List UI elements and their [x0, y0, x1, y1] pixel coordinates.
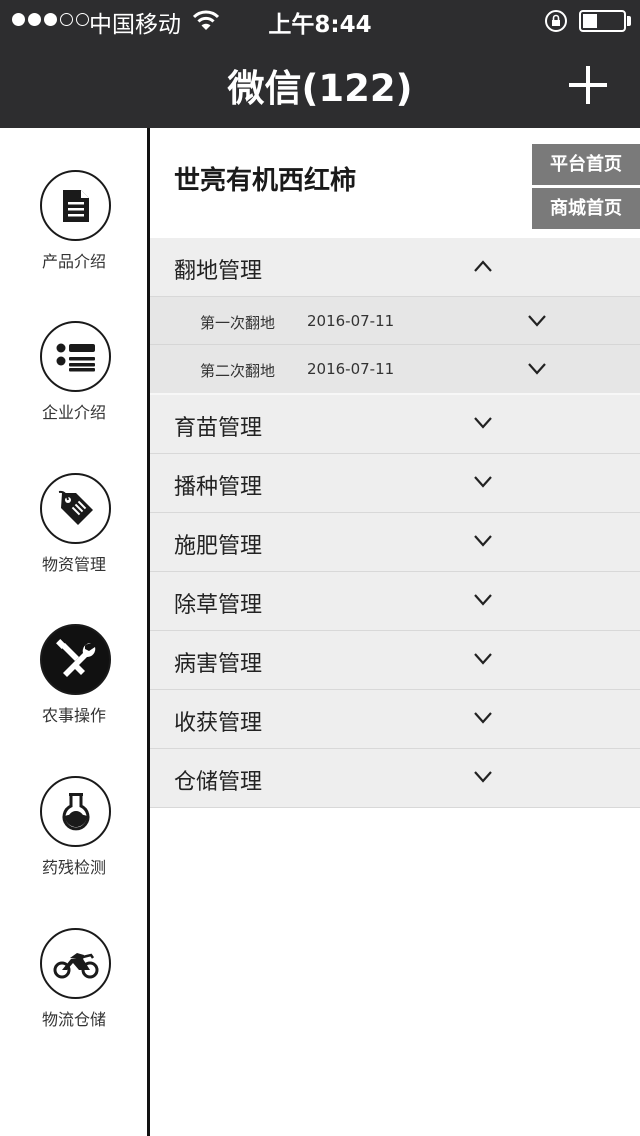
accordion-header[interactable]: 除草管理 [150, 572, 640, 631]
accordion-header[interactable]: 翻地管理 [150, 238, 640, 297]
sidebar-item-logistics[interactable]: 物流仓储 [0, 928, 148, 1068]
sidebar-item-label: 企业介绍 [41, 403, 106, 422]
mall-home-button[interactable]: 商城首页 [532, 188, 640, 229]
sidebar-item-label: 农事操作 [41, 706, 106, 725]
accordion-section-sowing: 播种管理 [150, 454, 640, 513]
main-content: 世亮有机西红柿 平台首页 商城首页 翻地管理 第一次翻地 2016-07-11 … [150, 128, 640, 1136]
accordion-header[interactable]: 育苗管理 [150, 395, 640, 454]
accordion-section-harvest: 收获管理 [150, 690, 640, 749]
nav-bar: 微信(122) [0, 40, 640, 128]
sidebar-item-label: 物流仓储 [41, 1010, 106, 1029]
accordion-section-weeding: 除草管理 [150, 572, 640, 631]
entry-label: 第一次翻地 [200, 314, 276, 332]
accordion-header[interactable]: 病害管理 [150, 631, 640, 690]
chevron-down-icon [474, 712, 492, 724]
accordion-label: 育苗管理 [174, 416, 263, 441]
accordion-label: 除草管理 [174, 593, 263, 618]
chevron-down-icon [474, 771, 492, 783]
accordion-section-tillage: 翻地管理 第一次翻地 2016-07-11 第二次翻地 2016-07-11 [150, 238, 640, 397]
chevron-down-icon [528, 315, 546, 327]
chevron-down-icon [474, 535, 492, 547]
accordion-label: 仓储管理 [174, 770, 263, 795]
plus-icon[interactable] [568, 65, 608, 105]
accordion-section-fertilizing: 施肥管理 [150, 513, 640, 572]
chevron-down-icon [474, 476, 492, 488]
sidebar-item-materials[interactable]: 物资管理 [0, 473, 148, 613]
platform-home-button[interactable]: 平台首页 [532, 144, 640, 185]
sidebar-item-label: 物资管理 [41, 555, 106, 574]
tools-icon [40, 624, 111, 695]
product-title: 世亮有机西红柿 [174, 166, 357, 196]
list-item[interactable]: 第一次翻地 2016-07-11 [150, 297, 640, 345]
sidebar-item-residue-test[interactable]: 药残检测 [0, 776, 148, 916]
sidebar-item-farm-operations[interactable]: 农事操作 [0, 624, 148, 764]
sidebar-item-label: 产品介绍 [41, 252, 106, 271]
status-bar: 中国移动 上午8:44 [0, 0, 640, 40]
sidebar-item-product-intro[interactable]: 产品介绍 [0, 170, 148, 310]
nav-title: 微信(122) [227, 67, 413, 110]
accordion-header[interactable]: 收获管理 [150, 690, 640, 749]
chevron-down-icon [528, 363, 546, 375]
entry-label: 第二次翻地 [200, 362, 276, 380]
chevron-down-icon [474, 594, 492, 606]
sidebar: 产品介绍 企业介绍 物资管理 农事操作 药残检测 物流仓储 [0, 128, 148, 1136]
accordion-label: 病害管理 [174, 652, 263, 677]
accordion-section-disease: 病害管理 [150, 631, 640, 690]
tag-icon [40, 473, 111, 544]
document-icon [40, 170, 111, 241]
accordion-header[interactable]: 播种管理 [150, 454, 640, 513]
list-item[interactable]: 第二次翻地 2016-07-11 [150, 345, 640, 393]
chevron-down-icon [474, 417, 492, 429]
accordion-sublist: 第一次翻地 2016-07-11 第二次翻地 2016-07-11 [150, 297, 640, 397]
accordion-label: 翻地管理 [174, 259, 263, 284]
accordion-header[interactable]: 施肥管理 [150, 513, 640, 572]
orientation-lock-icon [545, 10, 567, 32]
entry-date: 2016-07-11 [307, 312, 395, 330]
entry-date: 2016-07-11 [307, 360, 395, 378]
sidebar-item-label: 药残检测 [41, 858, 106, 877]
motorcycle-icon [40, 928, 111, 999]
list-icon [40, 321, 111, 392]
sidebar-item-company-intro[interactable]: 企业介绍 [0, 321, 148, 461]
accordion-label: 收获管理 [174, 711, 263, 736]
chevron-down-icon [474, 653, 492, 665]
accordion-header[interactable]: 仓储管理 [150, 749, 640, 808]
battery-icon [579, 10, 626, 32]
accordion-label: 播种管理 [174, 475, 263, 500]
accordion-label: 施肥管理 [174, 534, 263, 559]
accordion-section-seedling: 育苗管理 [150, 395, 640, 454]
accordion-section-storage: 仓储管理 [150, 749, 640, 808]
flask-icon [40, 776, 111, 847]
chevron-up-icon [474, 260, 492, 272]
